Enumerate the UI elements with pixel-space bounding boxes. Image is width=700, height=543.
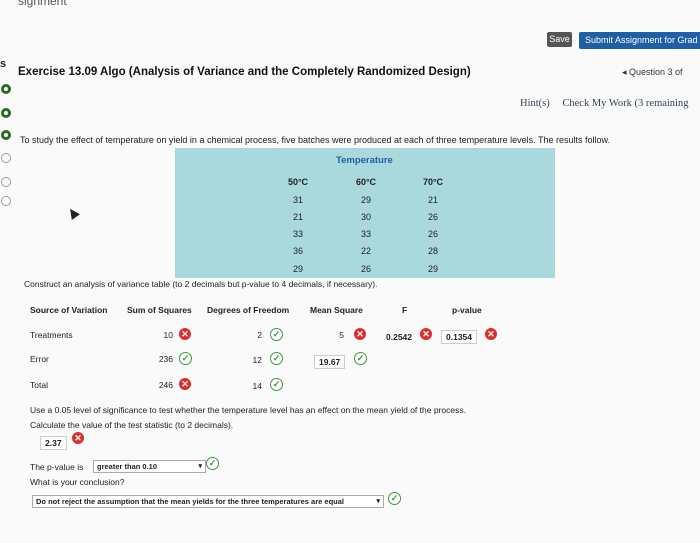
anova-header-f: F — [402, 305, 408, 315]
wrong-x-icon: ✕ — [72, 432, 84, 444]
question-status-radio[interactable] — [1, 108, 11, 118]
hint-bar: Hint(s) Check My Work (3 remaining — [520, 98, 698, 109]
correct-check-icon: ✓ — [270, 352, 283, 365]
table-cell: 28 — [427, 246, 438, 256]
table-cell: 26 — [427, 212, 438, 222]
question-nav[interactable]: ◂ Question 3 of — [622, 67, 683, 78]
correct-check-icon: ✓ — [270, 328, 283, 341]
table-cell: 29 — [292, 264, 303, 274]
question-status-radio[interactable] — [1, 130, 11, 140]
treatments-df-input[interactable]: 2 — [240, 330, 262, 340]
table-cell: 36 — [292, 246, 303, 256]
table-cell: 26 — [427, 229, 438, 239]
conclusion-question: What is your conclusion? — [30, 477, 125, 487]
submit-assignment-button[interactable]: Submit Assignment for Grad — [579, 32, 700, 49]
question-status-radio[interactable] — [1, 177, 11, 187]
table-cell: 22 — [360, 246, 371, 256]
col-header-60: 60°C — [355, 177, 377, 187]
total-ss-input[interactable]: 246 — [145, 380, 173, 390]
table-cell: 33 — [360, 229, 371, 239]
exercise-title: Exercise 13.09 Algo (Analysis of Varianc… — [18, 66, 471, 78]
test-statistic-input[interactable]: 2.37 — [40, 436, 67, 450]
wrong-x-icon: ✕ — [485, 328, 497, 340]
page-cut-title: signment — [18, 0, 67, 8]
col-header-70: 70°C — [422, 177, 444, 187]
correct-check-icon: ✓ — [270, 378, 283, 391]
table-cell: 30 — [360, 212, 371, 222]
table-cell: 31 — [292, 195, 303, 205]
wrong-x-icon: ✕ — [354, 328, 366, 340]
row-label-treatments: Treatments — [30, 330, 73, 340]
error-ss-input[interactable]: 236 — [145, 354, 173, 364]
intro-text: To study the effect of temperature on yi… — [20, 135, 610, 145]
treatments-pvalue-input[interactable]: 0.1354 — [441, 330, 477, 344]
mouse-cursor-icon — [66, 206, 80, 220]
treatments-f-input[interactable]: 0.2542 — [374, 332, 412, 342]
calc-instruction: Calculate the value of the test statisti… — [30, 420, 234, 430]
anova-header-source: Source of Variation — [30, 305, 108, 315]
anova-header-ss: Sum of Squares — [127, 305, 192, 315]
error-ms-input[interactable]: 19.67 — [314, 355, 346, 369]
correct-check-icon: ✓ — [388, 492, 401, 505]
anova-header-ms: Mean Square — [310, 305, 363, 315]
col-header-50: 50°C — [287, 177, 309, 187]
table-cell: 21 — [427, 195, 438, 205]
construct-instruction: Construct an analysis of variance table … — [24, 279, 378, 289]
pvalue-select-value: greater than 0.10 — [97, 462, 158, 471]
chevron-down-icon: ▾ — [376, 498, 380, 505]
table-cell: 33 — [292, 229, 303, 239]
error-df-input[interactable]: 12 — [240, 355, 262, 365]
save-button[interactable]: Save — [547, 32, 572, 47]
anova-header-df: Degrees of Freedom — [207, 305, 290, 315]
pvalue-select[interactable]: greater than 0.10 ▾ — [93, 460, 206, 473]
total-df-input[interactable]: 14 — [240, 381, 262, 391]
question-status-radio[interactable] — [1, 196, 11, 206]
significance-instruction: Use a 0.05 level of significance to test… — [30, 405, 466, 415]
wrong-x-icon: ✕ — [179, 328, 191, 340]
table-cell: 21 — [292, 212, 303, 222]
correct-check-icon: ✓ — [354, 352, 367, 365]
correct-check-icon: ✓ — [206, 457, 219, 470]
table-cell: 29 — [360, 195, 371, 205]
hints-link[interactable]: Hint(s) — [520, 98, 550, 109]
table-cell: 29 — [427, 264, 438, 274]
chevron-down-icon: ▾ — [198, 463, 202, 470]
conclusion-select[interactable]: Do not reject the assumption that the me… — [32, 495, 384, 508]
table-cell: 26 — [360, 264, 371, 274]
wrong-x-icon: ✕ — [179, 378, 191, 390]
treatments-ss-input[interactable]: 10 — [145, 330, 173, 340]
temperature-header: Temperature — [336, 155, 393, 166]
check-my-work-link[interactable]: Check My Work (3 remaining — [562, 98, 688, 109]
anova-header-pvalue: p-value — [452, 305, 482, 315]
wrong-x-icon: ✕ — [420, 328, 432, 340]
sidebar-fragment: s — [0, 58, 7, 70]
pvalue-prefix: The p-value is — [30, 462, 84, 472]
row-label-error: Error — [30, 354, 49, 364]
treatments-ms-input[interactable]: 5 — [320, 330, 344, 340]
correct-check-icon: ✓ — [179, 352, 192, 365]
question-status-radio[interactable] — [1, 153, 11, 163]
question-status-radio[interactable] — [1, 84, 11, 94]
row-label-total: Total — [30, 380, 48, 390]
conclusion-select-value: Do not reject the assumption that the me… — [36, 497, 344, 506]
